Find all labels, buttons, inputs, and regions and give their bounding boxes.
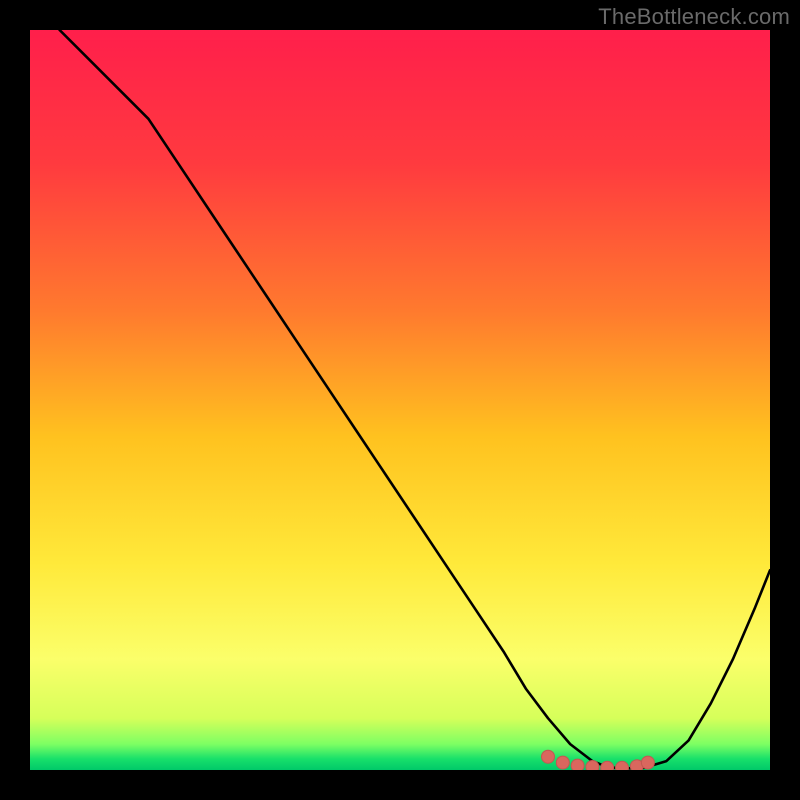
plot-area bbox=[30, 30, 770, 770]
marker-dot bbox=[641, 756, 654, 769]
chart-frame: TheBottleneck.com bbox=[0, 0, 800, 800]
marker-dot bbox=[586, 761, 599, 771]
plot-svg bbox=[30, 30, 770, 770]
gradient-background bbox=[30, 30, 770, 770]
marker-dot bbox=[601, 761, 614, 770]
marker-dot bbox=[542, 750, 555, 763]
marker-dot bbox=[556, 756, 569, 769]
watermark-text: TheBottleneck.com bbox=[598, 4, 790, 30]
marker-dot bbox=[616, 761, 629, 770]
marker-dot bbox=[571, 759, 584, 770]
